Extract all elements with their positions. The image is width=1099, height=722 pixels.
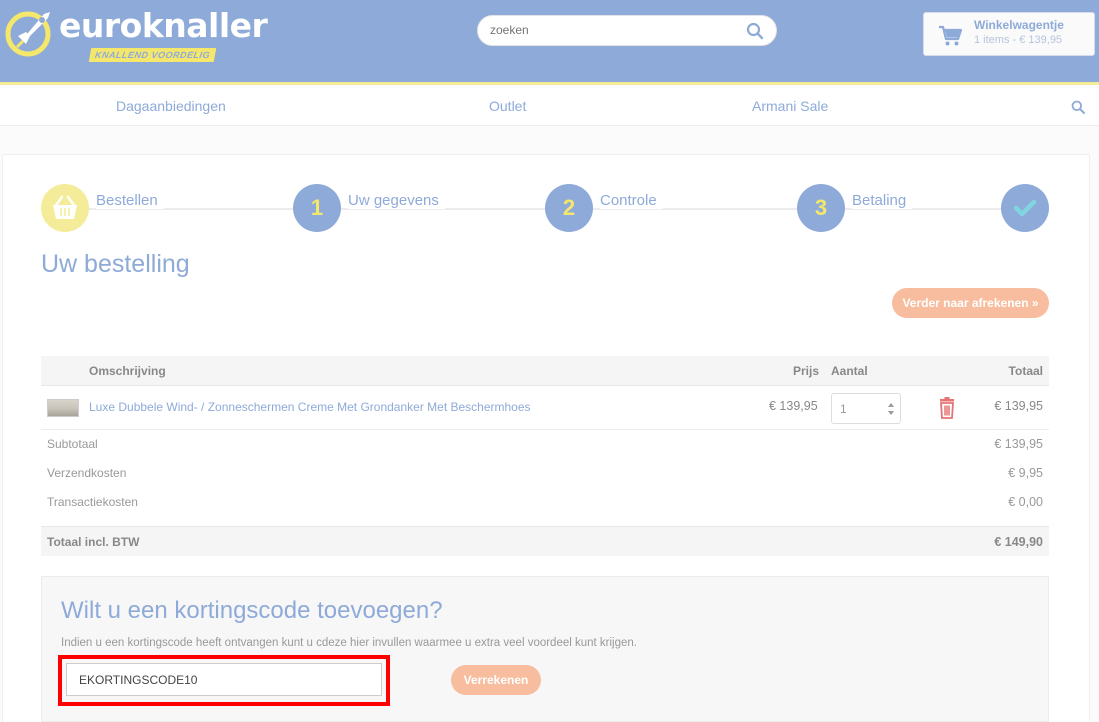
step-number-1: 1	[293, 184, 341, 232]
summary-value: € 0,00	[1008, 495, 1043, 509]
product-thumbnail[interactable]	[47, 399, 79, 417]
search-box[interactable]	[477, 15, 777, 46]
checkmark-icon	[1013, 199, 1037, 217]
main-nav: Dagaanbiedingen Outlet Armani Sale	[0, 88, 1099, 126]
step-number-3: 3	[797, 184, 845, 232]
cart-title: Winkelwagentje	[974, 18, 1064, 32]
coupon-section: Wilt u een kortingscode toevoegen? Indie…	[41, 576, 1049, 722]
step-label-bestellen: Bestellen	[96, 192, 164, 209]
apply-coupon-button[interactable]: Verrekenen	[451, 665, 541, 695]
site-header: euroknaller KNALLEND VOORDELIG Winkelwag…	[0, 0, 1099, 85]
grand-total-row: Totaal incl. BTW € 149,90	[41, 526, 1049, 556]
coupon-title: Wilt u een kortingscode toevoegen?	[61, 597, 443, 624]
column-header-quantity: Aantal	[831, 364, 868, 378]
step-label-betaling: Betaling	[852, 192, 913, 209]
spinner-arrows-icon	[888, 403, 894, 415]
basket-icon	[53, 195, 77, 219]
coupon-code-input[interactable]	[66, 663, 382, 696]
step-number-2: 2	[545, 184, 593, 232]
step-label-controle: Controle	[600, 192, 663, 209]
logo-tagline: KNALLEND VOORDELIG	[88, 48, 217, 62]
nav-item-outlet[interactable]: Outlet	[489, 98, 526, 114]
summary-label: Transactiekosten	[47, 495, 138, 509]
table-row: Luxe Dubbele Wind- / Zonneschermen Creme…	[41, 387, 1049, 430]
rocket-logo-icon	[5, 11, 51, 57]
summary-row-shipping: Verzendkosten € 9,95	[41, 460, 1049, 488]
coupon-description: Indien u een kortingscode heeft ontvange…	[61, 637, 637, 649]
step-label-uw-gegevens: Uw gegevens	[348, 192, 445, 209]
quantity-value: 1	[840, 402, 847, 416]
summary-row-transaction: Transactiekosten € 0,00	[41, 489, 1049, 517]
summary-label: Verzendkosten	[47, 466, 127, 480]
cart-widget[interactable]: Winkelwagentje 1 items - € 139,95	[923, 12, 1095, 56]
step-bestellen-circle	[41, 184, 89, 232]
quantity-select[interactable]: 1	[831, 393, 901, 424]
nav-item-dagaanbiedingen[interactable]: Dagaanbiedingen	[116, 98, 226, 114]
page-title: Uw bestelling	[41, 250, 190, 278]
site-logo[interactable]: euroknaller KNALLEND VOORDELIG	[4, 4, 268, 64]
search-icon[interactable]	[746, 22, 764, 40]
shopping-cart-icon	[939, 25, 962, 46]
column-header-total: Totaal	[1008, 364, 1043, 378]
column-header-description: Omschrijving	[89, 364, 166, 378]
cart-summary: 1 items - € 139,95	[974, 34, 1063, 46]
summary-value: € 139,95	[994, 437, 1043, 451]
summary-label: Subtotaal	[47, 437, 98, 451]
nav-item-armani-sale[interactable]: Armani Sale	[752, 98, 828, 114]
search-input[interactable]	[490, 23, 740, 37]
grand-total-value: € 149,90	[994, 535, 1043, 549]
nav-search-icon[interactable]	[1071, 100, 1085, 114]
logo-text: euroknaller	[59, 6, 268, 45]
step-done-circle	[1001, 184, 1049, 232]
product-name-link[interactable]: Luxe Dubbele Wind- / Zonneschermen Creme…	[89, 400, 531, 414]
product-total: € 139,95	[994, 399, 1043, 413]
grand-total-label: Totaal incl. BTW	[47, 535, 140, 549]
table-header: Omschrijving Prijs Aantal Totaal	[41, 356, 1049, 386]
product-price: € 139,95	[769, 399, 818, 413]
trash-icon[interactable]	[938, 397, 956, 419]
proceed-to-checkout-button[interactable]: Verder naar afrekenen »	[892, 288, 1049, 318]
summary-row-subtotal: Subtotaal € 139,95	[41, 431, 1049, 459]
column-header-price: Prijs	[793, 364, 820, 378]
summary-value: € 9,95	[1008, 466, 1043, 480]
